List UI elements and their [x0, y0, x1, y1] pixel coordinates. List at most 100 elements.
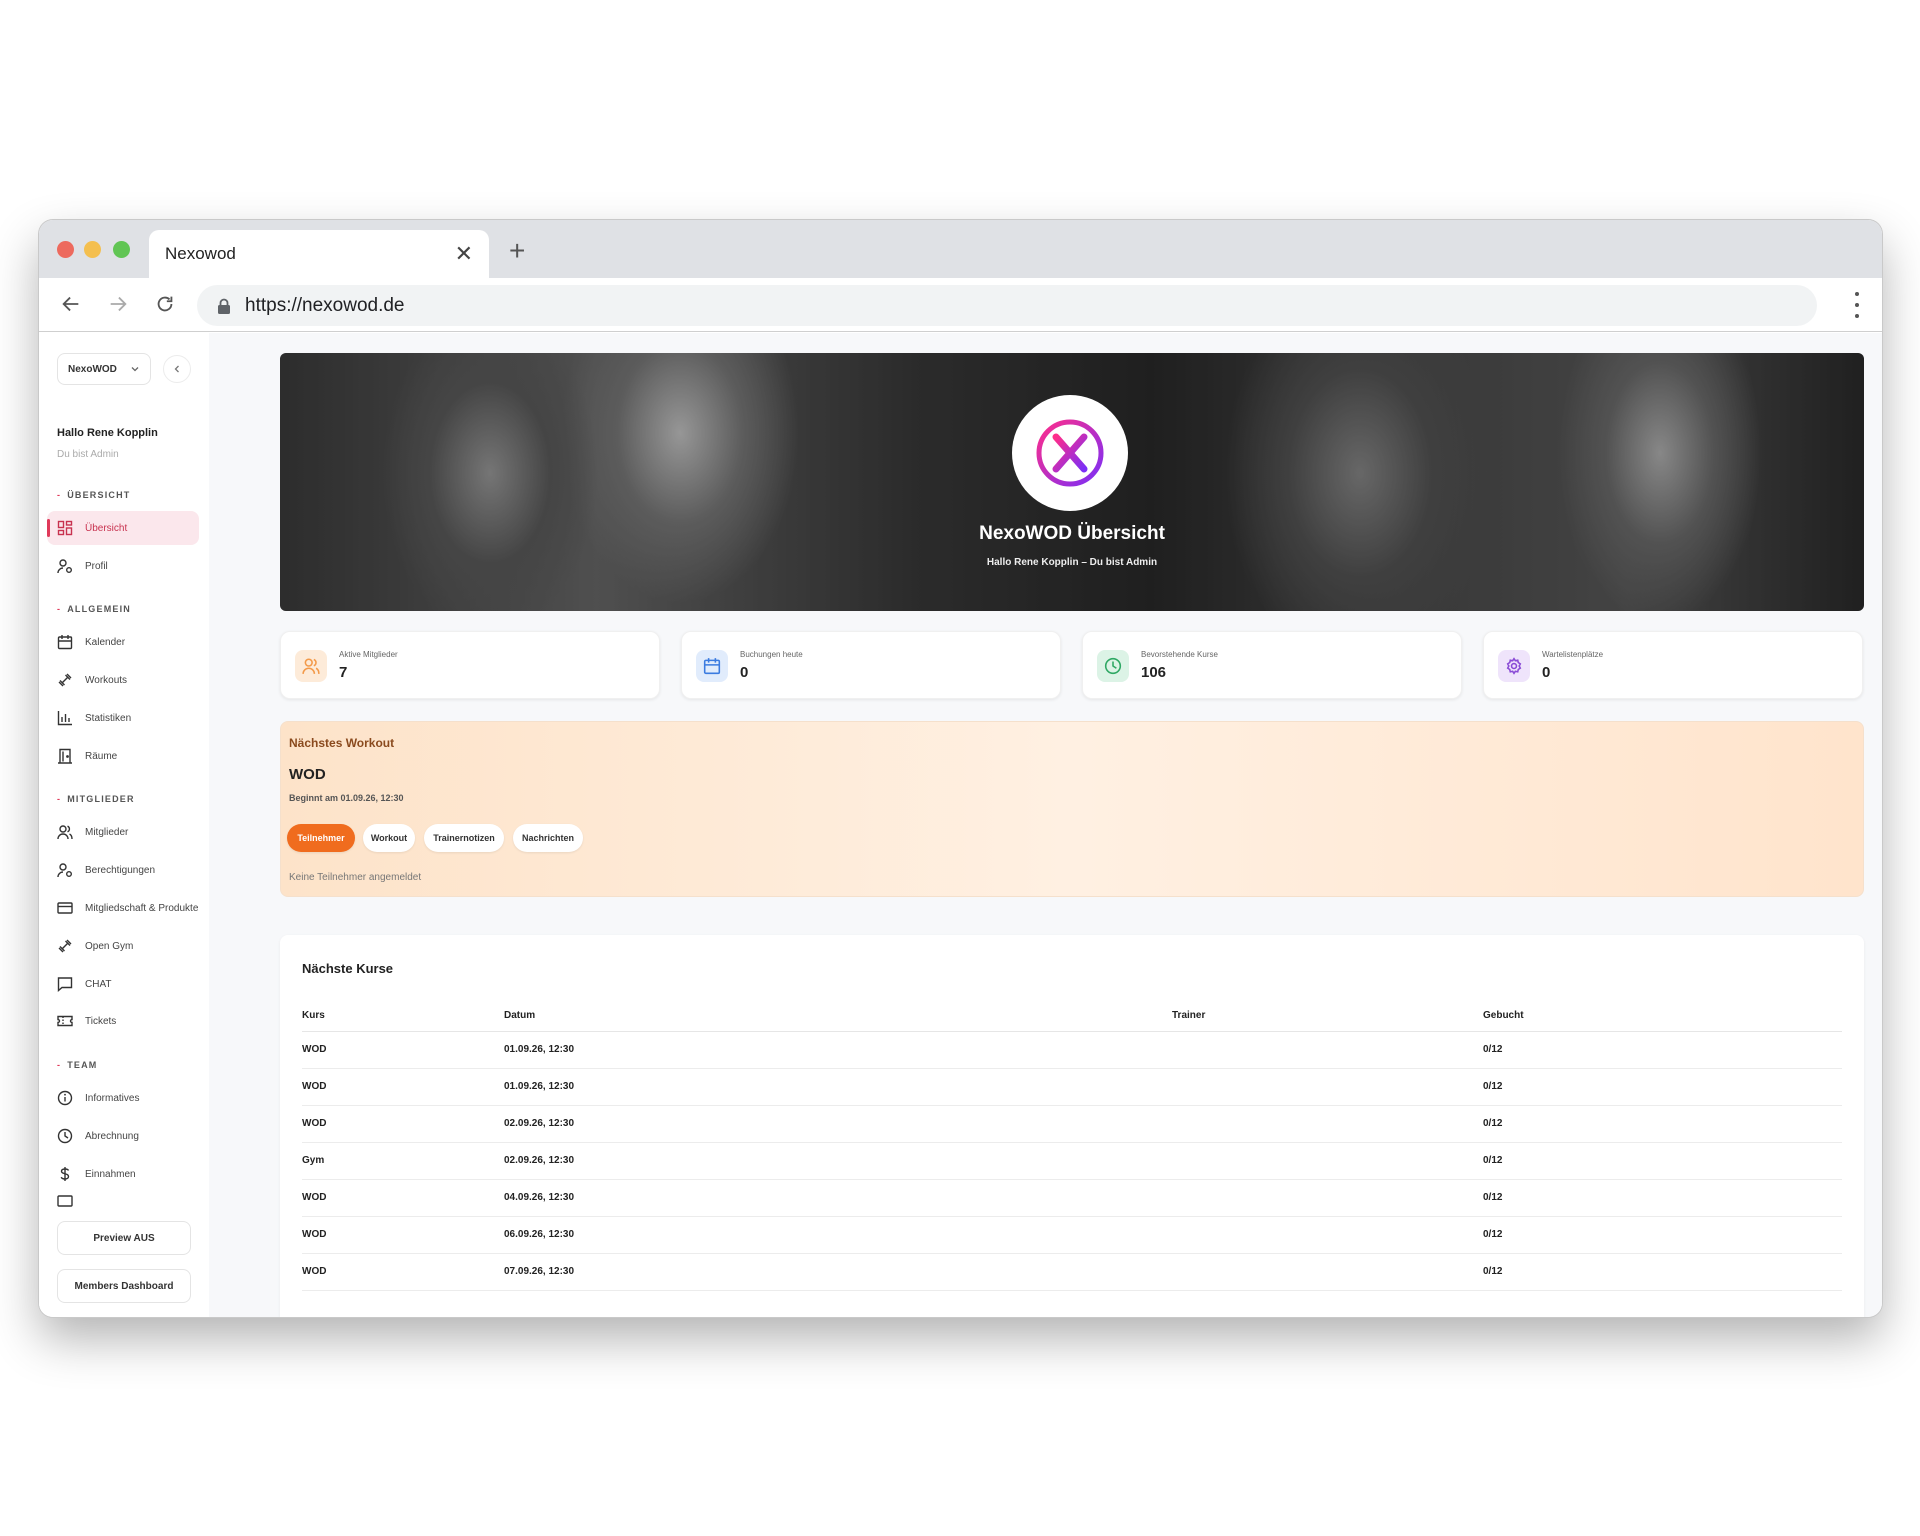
cell-kurs: Gym: [302, 1142, 504, 1180]
sidebar-item-opengym[interactable]: Open Gym: [47, 929, 199, 963]
sidebar-item-mitglieder[interactable]: Mitglieder: [47, 815, 199, 849]
sidebar-item-raeume[interactable]: Räume: [47, 739, 199, 773]
user-cog-icon: [55, 860, 75, 880]
table-row[interactable]: WOD 06.09.26, 12:30 0/12: [302, 1216, 1842, 1254]
cell-datum: 01.09.26, 12:30: [504, 1068, 1172, 1106]
stat-label: Bevorstehende Kurse: [1141, 650, 1218, 659]
sidebar-item-einnahmen[interactable]: Einnahmen: [47, 1157, 199, 1191]
browser-window: Nexowod ✕ + https://nexowod.de NexoWOD H…: [39, 220, 1882, 1317]
clock-icon: [1097, 650, 1129, 682]
cell-kurs: WOD: [302, 1105, 504, 1143]
sidebar-item-label: Einnahmen: [85, 1168, 136, 1180]
door-icon: [55, 746, 75, 766]
section-uebersicht: - ÜBERSICHT: [57, 490, 131, 500]
dumbbell-icon: [55, 936, 75, 956]
next-workout-heading: Nächstes Workout: [289, 736, 395, 750]
sidebar-item-uebersicht[interactable]: Übersicht: [47, 511, 199, 545]
cell-trainer: [1172, 1031, 1483, 1069]
url-text: https://nexowod.de: [245, 294, 405, 316]
gym-select-value: NexoWOD: [68, 363, 117, 375]
tab-teilnehmer[interactable]: Teilnehmer: [287, 824, 355, 852]
table-row[interactable]: WOD 01.09.26, 12:30 0/12: [302, 1031, 1842, 1069]
section-mitglieder: - MITGLIEDER: [57, 794, 135, 804]
sidebar-item-label: Statistiken: [85, 712, 132, 724]
stat-label: Buchungen heute: [740, 650, 803, 659]
sidebar-item-mitgliedschaft[interactable]: Mitgliedschaft & Produkte: [47, 891, 199, 925]
preview-toggle-button[interactable]: Preview AUS: [57, 1221, 191, 1255]
lock-icon: [218, 298, 230, 314]
table-row[interactable]: WOD 01.09.26, 12:30 0/12: [302, 1068, 1842, 1106]
cell-gebucht: 0/12: [1483, 1068, 1842, 1106]
hero-subtitle: Hallo Rene Kopplin – Du bist Admin: [986, 557, 1158, 568]
tab-strip: Nexowod ✕ +: [39, 220, 1882, 278]
sidebar-item-kalender[interactable]: Kalender: [47, 625, 199, 659]
maximize-window-button[interactable]: [113, 241, 130, 258]
stat-card-waitlist: Wartelistenplätze 0: [1483, 631, 1863, 699]
browser-toolbar: https://nexowod.de: [39, 278, 1882, 332]
close-tab-icon[interactable]: ✕: [455, 243, 473, 265]
forward-icon[interactable]: [104, 290, 132, 318]
table-row[interactable]: WOD 02.09.26, 12:30 0/12: [302, 1105, 1842, 1143]
minimize-window-button[interactable]: [84, 241, 101, 258]
cell-kurs: WOD: [302, 1216, 504, 1254]
sidebar-item-profil[interactable]: Profil: [47, 549, 199, 583]
sidebar-item-chat[interactable]: CHAT: [47, 967, 199, 1001]
cell-trainer: [1172, 1253, 1483, 1291]
stat-value: 106: [1141, 664, 1167, 681]
browser-tab[interactable]: Nexowod ✕: [149, 230, 489, 278]
address-bar[interactable]: https://nexowod.de: [197, 285, 1817, 326]
new-tab-icon[interactable]: +: [509, 237, 525, 265]
table-row[interactable]: Gym 02.09.26, 12:30 0/12: [302, 1142, 1842, 1180]
page-viewport: NexoWOD Hallo Rene Kopplin Du bist Admin…: [39, 333, 1882, 1317]
tab-title: Nexowod: [165, 244, 236, 263]
sidebar-item-informatives[interactable]: Informatives: [47, 1081, 199, 1115]
user-greeting: Hallo Rene Kopplin: [57, 427, 158, 439]
cell-datum: 06.09.26, 12:30: [504, 1216, 1172, 1254]
stat-value: 0: [1542, 664, 1551, 681]
cell-gebucht: 0/12: [1483, 1216, 1842, 1254]
user-cog-icon: [55, 556, 75, 576]
column-header-datum: Datum: [504, 1001, 1172, 1032]
tab-trainernotizen[interactable]: Trainernotizen: [424, 824, 504, 852]
cell-kurs: WOD: [302, 1031, 504, 1069]
sidebar-item-statistiken[interactable]: Statistiken: [47, 701, 199, 735]
clock-icon: [55, 1126, 75, 1146]
gym-select[interactable]: NexoWOD: [57, 353, 151, 385]
reload-icon[interactable]: [151, 290, 179, 318]
user-role: Du bist Admin: [57, 449, 119, 460]
cell-gebucht: 0/12: [1483, 1253, 1842, 1291]
workout-name: WOD: [289, 766, 326, 783]
credit-card-icon: [55, 1195, 75, 1207]
sidebar-item-abrechnung[interactable]: Abrechnung: [47, 1119, 199, 1153]
sidebar-item-berechtigungen[interactable]: Berechtigungen: [47, 853, 199, 887]
cell-gebucht: 0/12: [1483, 1142, 1842, 1180]
table-header-row: Kurs Datum Trainer Gebucht: [302, 1001, 1842, 1032]
sidebar-item-label: Mitgliedschaft & Produkte: [85, 902, 199, 914]
credit-card-icon: [55, 898, 75, 918]
close-window-button[interactable]: [57, 241, 74, 258]
collapse-sidebar-button[interactable]: [163, 355, 191, 383]
sidebar-item-label: Open Gym: [85, 940, 134, 952]
table-row[interactable]: WOD 07.09.26, 12:30 0/12: [302, 1253, 1842, 1291]
next-workout-card: Nächstes Workout WOD Beginnt am 01.09.26…: [280, 721, 1864, 897]
sidebar: NexoWOD Hallo Rene Kopplin Du bist Admin…: [39, 333, 209, 1317]
table-row[interactable]: WOD 04.09.26, 12:30 0/12: [302, 1179, 1842, 1217]
sidebar-item-partial[interactable]: [47, 1195, 199, 1207]
sidebar-item-workouts[interactable]: Workouts: [47, 663, 199, 697]
cell-trainer: [1172, 1068, 1483, 1106]
column-header-gebucht: Gebucht: [1483, 1001, 1842, 1032]
stat-value: 0: [740, 664, 749, 681]
back-icon[interactable]: [57, 290, 85, 318]
browser-menu-icon[interactable]: [1854, 292, 1860, 318]
tab-nachrichten[interactable]: Nachrichten: [513, 824, 583, 852]
cell-datum: 07.09.26, 12:30: [504, 1253, 1172, 1291]
sidebar-item-label: Räume: [85, 750, 118, 762]
chevron-left-icon: [174, 365, 179, 373]
sidebar-item-tickets[interactable]: Tickets: [47, 1004, 199, 1038]
tab-workout[interactable]: Workout: [363, 824, 415, 852]
members-dashboard-button[interactable]: Members Dashboard: [57, 1269, 191, 1303]
stat-value: 7: [339, 664, 348, 681]
workout-start-time: Beginnt am 01.09.26, 12:30: [289, 793, 404, 803]
sidebar-item-label: Tickets: [85, 1015, 117, 1027]
courses-title: Nächste Kurse: [302, 961, 394, 976]
